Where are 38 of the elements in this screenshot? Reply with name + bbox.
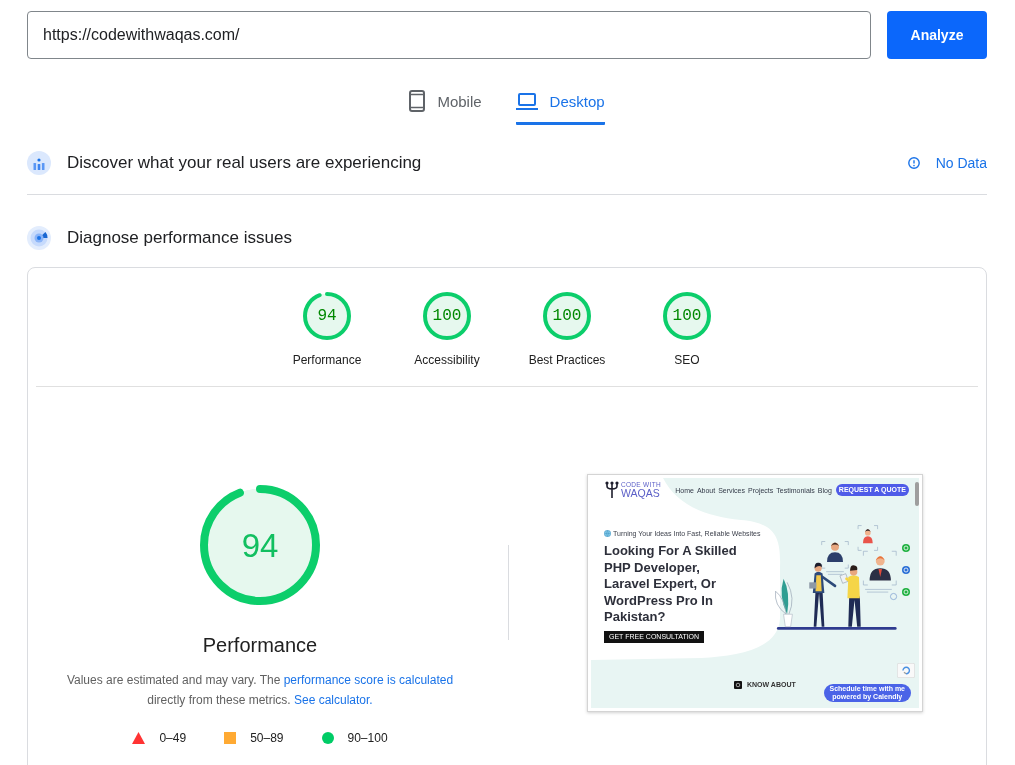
hero-heading: Looking For A Skilled PHP Developer, Laravel Expert, Or WordPress Pro In Pakistan? bbox=[604, 543, 738, 626]
category-label: Accessibility bbox=[414, 353, 480, 367]
score-value: 94 bbox=[241, 528, 279, 562]
phone-icon bbox=[409, 90, 426, 112]
score-value: 100 bbox=[552, 308, 582, 324]
category-label: Best Practices bbox=[528, 353, 606, 367]
circle-tile-icon[interactable] bbox=[734, 680, 742, 689]
round-contact-icon[interactable] bbox=[902, 544, 910, 552]
target-icon bbox=[27, 226, 51, 250]
score-value: 94 bbox=[317, 308, 337, 324]
score-value: 100 bbox=[432, 308, 462, 324]
category-label: SEO bbox=[674, 353, 700, 367]
exclamation-circle-icon bbox=[907, 157, 920, 169]
round-contact-icon[interactable] bbox=[902, 566, 910, 574]
refresh-badge-icon bbox=[897, 662, 915, 678]
section-title: Diagnose performance issues bbox=[67, 227, 292, 249]
legend-range: 50–89 bbox=[250, 731, 284, 745]
legend-range: 0–49 bbox=[159, 731, 187, 745]
analyze-button[interactable]: Analyze bbox=[887, 11, 987, 59]
bar-chart-icon bbox=[27, 151, 51, 175]
note-link[interactable]: performance score is calculated bbox=[283, 673, 454, 687]
note-link[interactable]: See calculator. bbox=[294, 693, 373, 707]
round-contact-icon[interactable] bbox=[902, 588, 910, 596]
score-note: Values are estimated and may vary. The performance score is calculated directly from these metrics. See calculator. bbox=[65, 672, 455, 709]
category-label: Performance bbox=[292, 353, 362, 367]
logo-icon bbox=[605, 481, 619, 498]
legend-range: 90–100 bbox=[347, 731, 388, 745]
laptop-icon bbox=[515, 92, 538, 110]
score-value: 100 bbox=[672, 308, 702, 324]
globe-icon bbox=[604, 530, 611, 537]
device-tab[interactable]: Mobile bbox=[409, 89, 482, 125]
device-tab[interactable]: Desktop bbox=[515, 89, 605, 125]
category-title: Performance bbox=[202, 633, 318, 657]
logo-text: WAQAS bbox=[621, 488, 661, 498]
scrollbar-thumb bbox=[915, 482, 919, 506]
section-title: Discover what your real users are experiencing bbox=[67, 152, 422, 174]
no-data-status: No Data bbox=[935, 155, 987, 171]
url-input[interactable]: https://codewithwaqas.com/ bbox=[27, 11, 871, 59]
